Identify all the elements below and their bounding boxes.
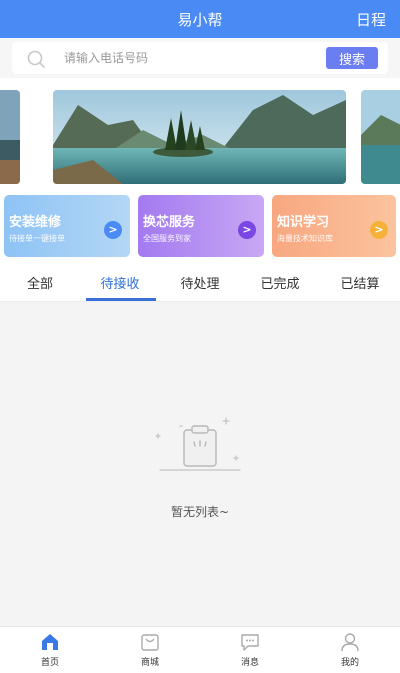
arrow-right-icon: > bbox=[104, 221, 122, 239]
app-header: 易小帮 日程 bbox=[0, 0, 400, 38]
tabbar-label: 我的 bbox=[340, 658, 359, 668]
tabbar-messages[interactable]: 消息 bbox=[220, 631, 280, 671]
tabbar-home[interactable]: 首页 bbox=[20, 631, 80, 671]
tab-settled[interactable]: 已结算 bbox=[320, 273, 400, 292]
tabbar-shop[interactable]: 商城 bbox=[120, 631, 180, 671]
phone-search-input[interactable] bbox=[64, 48, 314, 68]
search-bar: 搜索 bbox=[0, 38, 400, 78]
card-subtitle: 全国服务到家 bbox=[143, 234, 191, 243]
active-tab-indicator bbox=[86, 298, 156, 301]
tabbar-profile[interactable]: 我的 bbox=[320, 631, 380, 671]
shop-icon bbox=[141, 634, 159, 651]
tab-pending-accept[interactable]: 待接收 bbox=[80, 273, 160, 292]
arrow-right-icon: > bbox=[238, 221, 256, 239]
order-status-tabs: 全部 待接收 待处理 已完成 已结算 bbox=[0, 262, 400, 302]
empty-list-message: 暂无列表~ bbox=[170, 505, 230, 519]
tab-all[interactable]: 全部 bbox=[0, 273, 80, 292]
app-title: 易小帮 bbox=[177, 11, 223, 29]
message-icon bbox=[241, 634, 259, 651]
schedule-button[interactable]: 日程 bbox=[356, 9, 386, 30]
empty-box-icon bbox=[155, 417, 241, 471]
bottom-tab-bar: 首页 商城 消息 我的 bbox=[0, 626, 400, 673]
tabbar-label: 消息 bbox=[240, 658, 259, 668]
card-title: 换芯服务 bbox=[143, 215, 196, 230]
card-title: 知识学习 bbox=[277, 215, 330, 230]
card-title: 安装维修 bbox=[9, 215, 62, 230]
banner-carousel[interactable] bbox=[0, 78, 400, 190]
banner-slide-prev[interactable] bbox=[0, 90, 20, 184]
card-subtitle: 海量技术知识库 bbox=[277, 234, 333, 243]
search-box: 搜索 bbox=[12, 42, 388, 74]
profile-icon bbox=[341, 633, 359, 652]
card-subtitle: 待接单一键接单 bbox=[9, 234, 65, 243]
banner-slide-next[interactable] bbox=[361, 90, 400, 184]
service-cards: 安装维修 待接单一键接单 > 换芯服务 全国服务到家 > 知识学习 海量技术知识… bbox=[0, 190, 400, 262]
tab-completed[interactable]: 已完成 bbox=[240, 273, 320, 292]
filter-replacement-card[interactable]: 换芯服务 全国服务到家 > bbox=[138, 195, 264, 257]
home-icon bbox=[42, 634, 58, 650]
tab-pending-process[interactable]: 待处理 bbox=[160, 273, 240, 292]
arrow-right-icon: > bbox=[370, 221, 388, 239]
search-button[interactable]: 搜索 bbox=[326, 47, 378, 69]
install-repair-card[interactable]: 安装维修 待接单一键接单 > bbox=[4, 195, 130, 257]
search-icon bbox=[27, 50, 45, 68]
banner-slide-lake[interactable] bbox=[53, 90, 346, 184]
tabbar-label: 首页 bbox=[40, 658, 59, 668]
order-list: 暂无列表~ bbox=[0, 302, 400, 626]
knowledge-learning-card[interactable]: 知识学习 海量技术知识库 > bbox=[272, 195, 396, 257]
tabbar-label: 商城 bbox=[140, 658, 159, 668]
